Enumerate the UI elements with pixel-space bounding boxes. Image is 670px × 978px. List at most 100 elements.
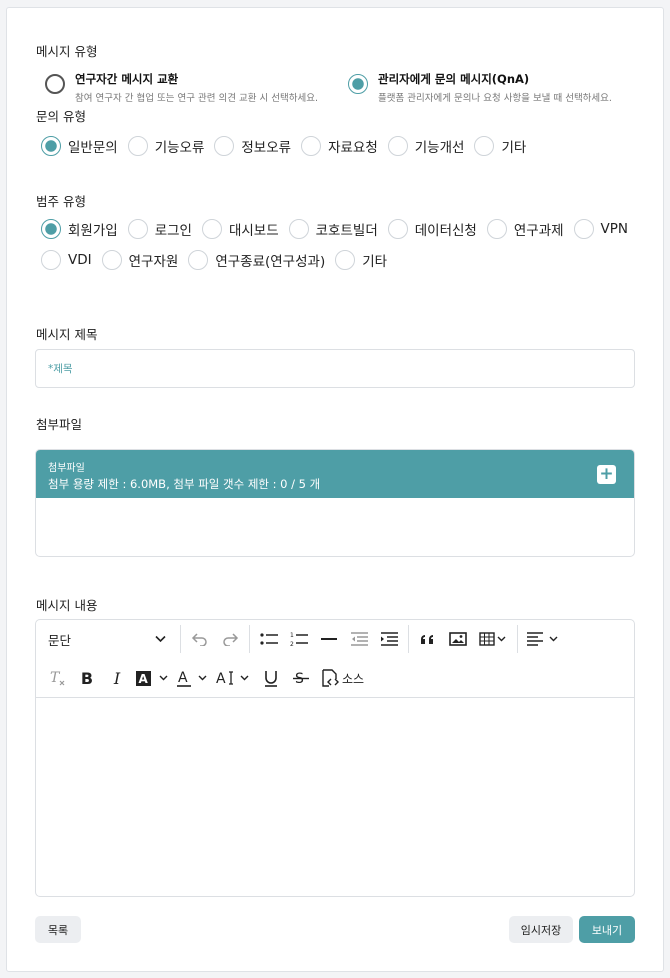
toolbar-divider	[249, 625, 250, 653]
subject-field-wrapper	[35, 349, 635, 388]
category-option-vdi[interactable]: VDI	[41, 250, 92, 270]
indent-icon[interactable]	[374, 624, 404, 654]
block-format-dropdown[interactable]: 문단	[36, 624, 176, 654]
radio[interactable]	[387, 219, 408, 239]
outdent-icon[interactable]	[344, 624, 374, 654]
font-size-icon[interactable]: A	[214, 663, 256, 693]
block-format-value: 문단	[48, 632, 72, 648]
strikethrough-icon[interactable]: S	[286, 663, 316, 693]
svg-text:A: A	[216, 671, 226, 686]
underline-icon[interactable]	[256, 663, 286, 693]
category-option-label: 대시보드	[228, 223, 279, 239]
source-button[interactable]: 소스	[316, 663, 368, 693]
rich-text-editor: 문단 12 T B I A A A S 소스	[35, 619, 635, 897]
svg-text:A: A	[178, 670, 188, 686]
category-option-research-end[interactable]: 연구종료(연구성과)	[188, 250, 325, 270]
list-button[interactable]: 목록	[35, 916, 81, 943]
attachment-limit-text: 첨부 용량 제한 : 6.0MB, 첨부 파일 갯수 제한 : 0 / 5 개	[48, 477, 321, 491]
radio[interactable]	[201, 219, 222, 239]
category-option-vpn[interactable]: VPN	[573, 219, 629, 239]
save-draft-button[interactable]: 임시저장	[509, 916, 573, 943]
radio[interactable]	[387, 136, 408, 156]
editor-toolbar-row2: T B I A A A S 소스	[36, 660, 634, 696]
message-type-option-researcher[interactable]: 연구자간 메시지 교환 참여 연구자 간 협업 또는 연구 관련 의견 교환 시…	[45, 72, 318, 104]
category-option-other[interactable]: 기타	[335, 250, 387, 270]
inquiry-option-info-error[interactable]: 정보오류	[214, 136, 291, 156]
inquiry-option-general[interactable]: 일반문의	[41, 136, 118, 156]
category-option-label: 연구과제	[513, 223, 564, 239]
horizontal-line-icon[interactable]	[314, 624, 344, 654]
message-form-card: 메시지 유형 연구자간 메시지 교환 참여 연구자 간 협업 또는 연구 관련 …	[6, 7, 664, 972]
toolbar-divider	[517, 625, 518, 653]
category-option-label: 연구종료(연구성과)	[215, 254, 326, 270]
category-option-label: 로그인	[154, 223, 192, 239]
radio[interactable]	[474, 136, 495, 156]
category-option-signup[interactable]: 회원가입	[41, 219, 118, 239]
numbered-list-icon[interactable]: 12	[284, 624, 314, 654]
background-color-icon[interactable]: A	[132, 663, 174, 693]
category-option-data-application[interactable]: 데이터신청	[387, 219, 477, 239]
attachment-box: 첨부파일 첨부 용량 제한 : 6.0MB, 첨부 파일 갯수 제한 : 0 /…	[35, 449, 635, 557]
toolbar-divider	[180, 625, 181, 653]
content-label: 메시지 내용	[36, 598, 98, 613]
blockquote-icon[interactable]	[413, 624, 443, 654]
radio[interactable]	[573, 219, 594, 239]
attachment-header-title: 첨부파일	[48, 463, 85, 474]
radio-selected[interactable]	[41, 136, 61, 156]
inquiry-option-function-error[interactable]: 기능오류	[127, 136, 204, 156]
category-option-research-resources[interactable]: 연구자원	[101, 250, 178, 270]
table-icon[interactable]	[473, 624, 513, 654]
source-code-icon	[320, 669, 340, 687]
italic-icon[interactable]: I	[102, 663, 132, 693]
category-type-options-row2: VDI 연구자원 연구종료(연구성과) 기타	[41, 250, 397, 270]
svg-text:1: 1	[290, 632, 294, 639]
category-option-research-project[interactable]: 연구과제	[486, 219, 564, 239]
inquiry-option-data-request[interactable]: 자료요청	[301, 136, 378, 156]
inquiry-option-label: 기타	[501, 140, 527, 156]
message-type-option-admin-qna[interactable]: 관리자에게 문의 메시지(QnA) 플랫폼 관리자에게 문의나 요청 사항을 보…	[348, 72, 612, 104]
category-type-options-row1: 회원가입 로그인 대시보드 코호트빌더 데이터신청 연구과제 VPN	[41, 219, 638, 239]
category-option-login[interactable]: 로그인	[127, 219, 192, 239]
radio[interactable]	[486, 219, 507, 239]
font-color-icon[interactable]: A	[174, 663, 214, 693]
message-type-radio-admin-qna[interactable]	[348, 74, 368, 94]
category-option-label: 회원가입	[68, 223, 118, 239]
text-align-icon[interactable]	[522, 624, 564, 654]
add-attachment-icon[interactable]: +	[597, 465, 616, 484]
radio[interactable]	[127, 219, 148, 239]
image-icon[interactable]	[443, 624, 473, 654]
radio[interactable]	[127, 136, 148, 156]
inquiry-option-improvement[interactable]: 기능개선	[387, 136, 464, 156]
message-type-desc: 플랫폼 관리자에게 문의나 요청 사항을 보낼 때 선택하세요.	[378, 93, 612, 104]
radio[interactable]	[101, 250, 122, 270]
editor-content-area[interactable]	[36, 697, 634, 897]
send-button[interactable]: 보내기	[579, 916, 635, 943]
subject-label: 메시지 제목	[36, 327, 98, 342]
bulleted-list-icon[interactable]	[254, 624, 284, 654]
undo-icon[interactable]	[185, 624, 215, 654]
inquiry-option-other[interactable]: 기타	[474, 136, 526, 156]
category-option-label: VPN	[600, 221, 629, 237]
toolbar-divider	[408, 625, 409, 653]
svg-text:A: A	[139, 672, 149, 686]
radio-selected[interactable]	[41, 219, 61, 239]
redo-icon[interactable]	[215, 624, 245, 654]
attachment-header: 첨부파일 첨부 용량 제한 : 6.0MB, 첨부 파일 갯수 제한 : 0 /…	[36, 450, 634, 498]
category-option-cohort-builder[interactable]: 코호트빌더	[288, 219, 378, 239]
category-option-label: VDI	[68, 252, 92, 268]
message-type-radio-researcher[interactable]	[45, 74, 65, 94]
remove-format-icon[interactable]: T	[42, 663, 72, 693]
subject-input[interactable]	[36, 350, 634, 387]
attachments-label: 첨부파일	[36, 417, 83, 432]
attachment-dropzone[interactable]	[36, 498, 634, 556]
svg-text:T: T	[50, 670, 61, 686]
radio[interactable]	[335, 250, 356, 270]
bold-icon[interactable]: B	[72, 663, 102, 693]
radio[interactable]	[288, 219, 309, 239]
radio[interactable]	[214, 136, 235, 156]
radio[interactable]	[301, 136, 322, 156]
radio[interactable]	[188, 250, 209, 270]
radio[interactable]	[41, 250, 61, 270]
category-option-dashboard[interactable]: 대시보드	[201, 219, 279, 239]
message-type-label: 메시지 유형	[36, 44, 98, 59]
